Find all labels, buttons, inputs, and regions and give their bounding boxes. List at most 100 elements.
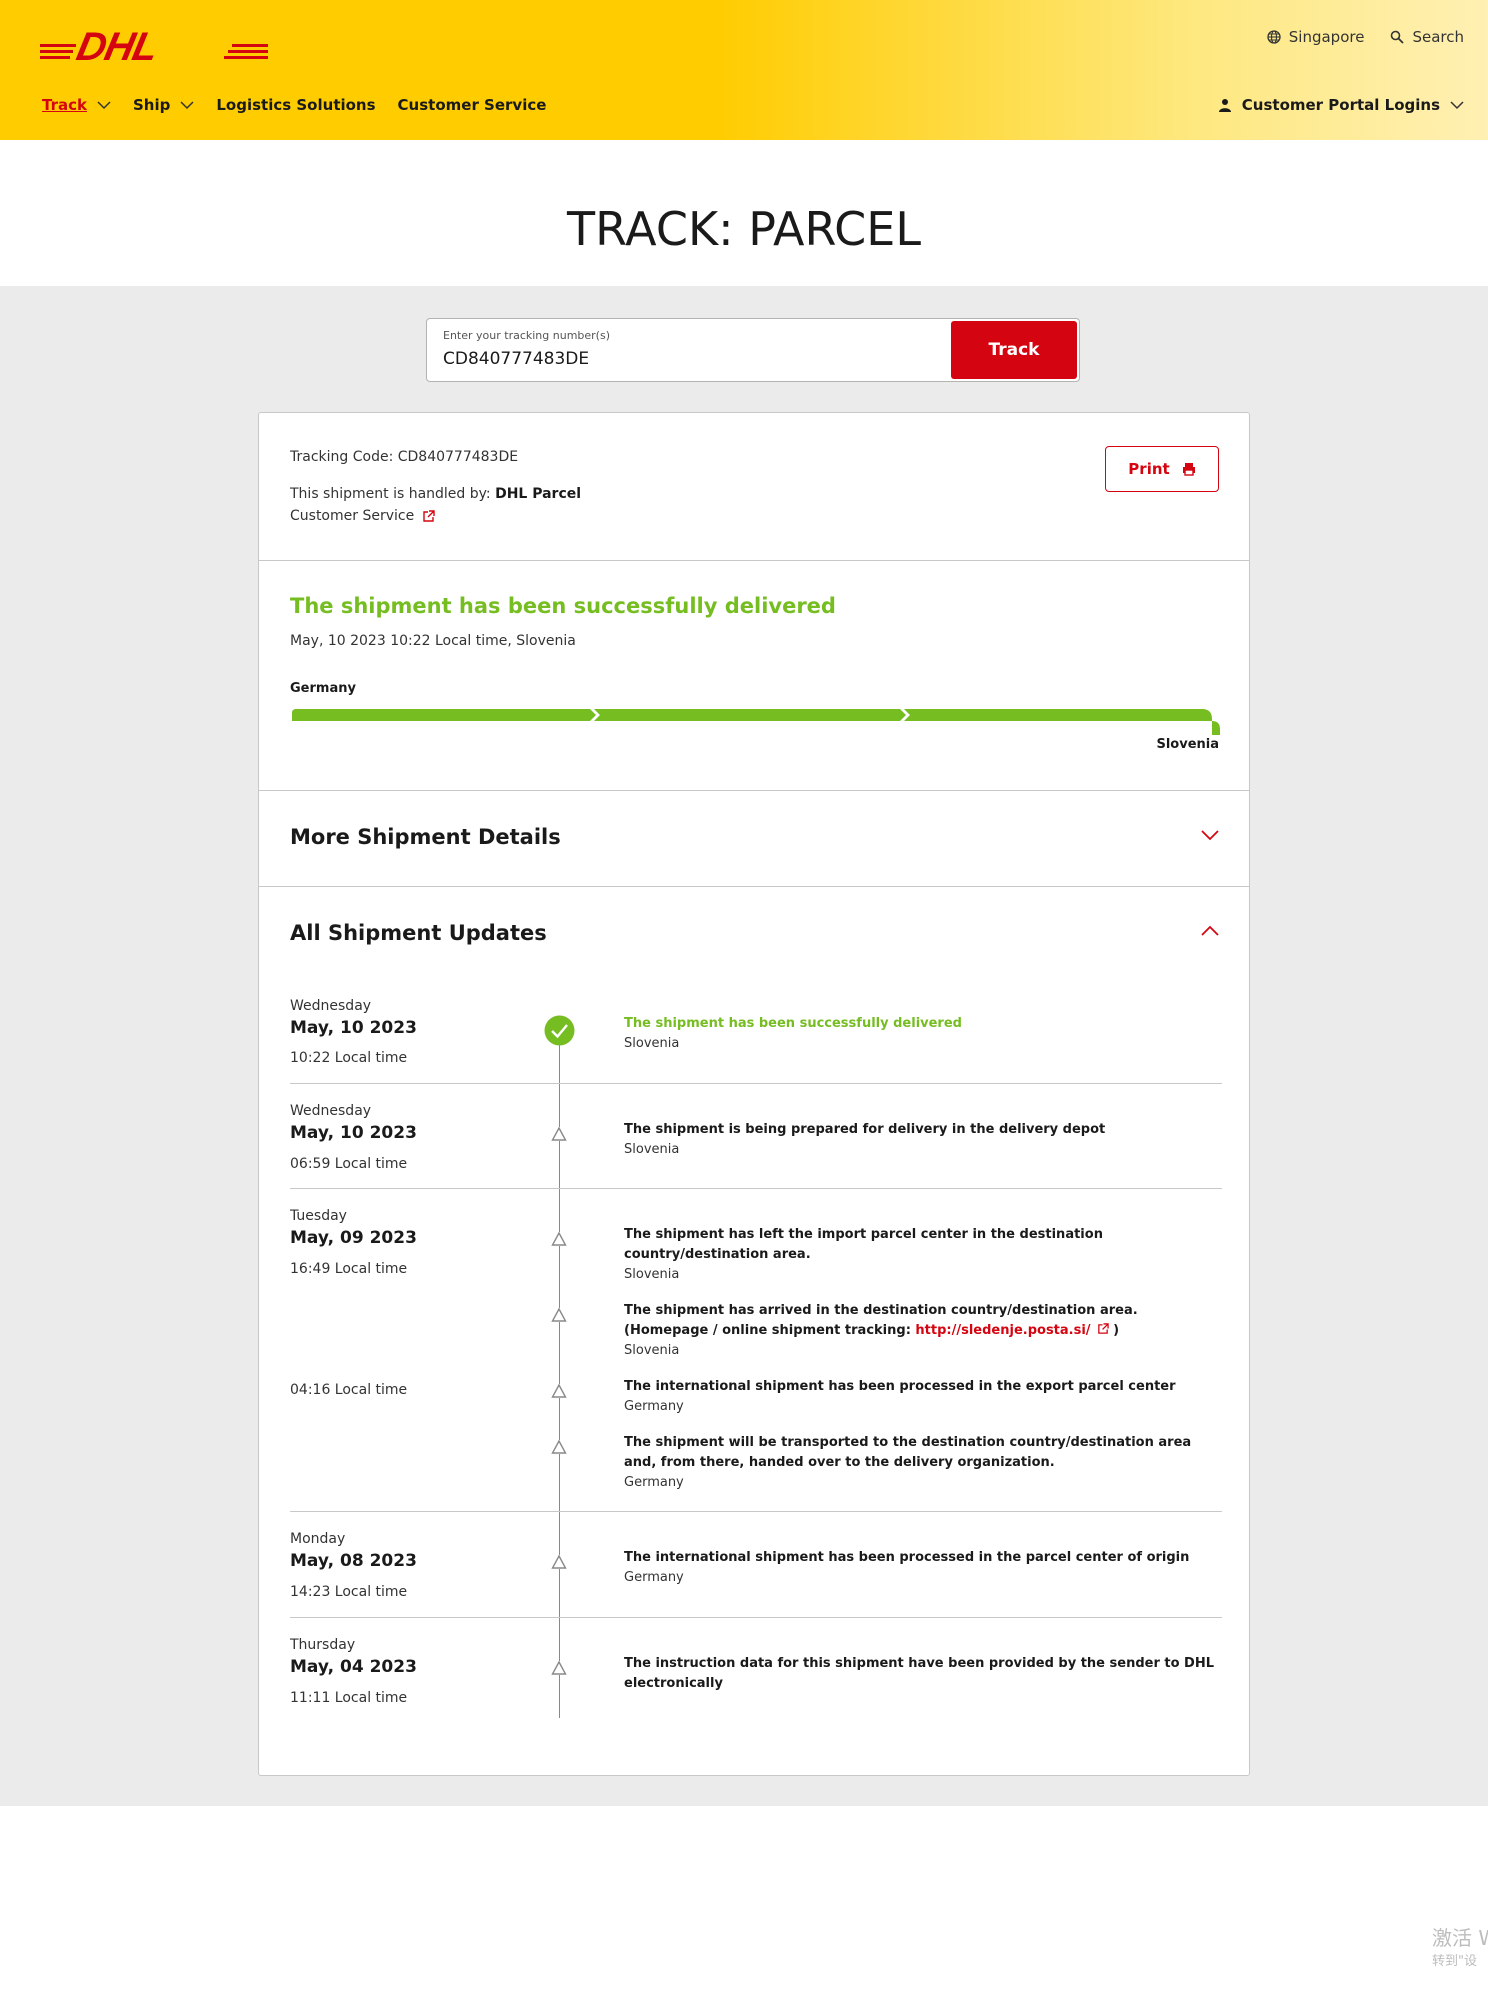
updates-title: All Shipment Updates [290,921,547,945]
event-location: Slovenia [624,1267,680,1282]
shipment-summary: Tracking Code: CD840777483DE This shipme… [259,413,1249,561]
search-label: Search [1412,28,1464,46]
row-divider [290,1617,1222,1618]
update-day: Wednesday [290,1103,372,1119]
event-text: The shipment will be transported to the … [624,1435,1192,1470]
timeline-marker [551,1661,567,1675]
nav-logistics-label: Logistics Solutions [216,96,376,114]
update-event: The shipment is being prepared for deliv… [624,1120,1224,1160]
event-location: Slovenia [624,1343,680,1358]
country-selector[interactable]: Singapore [1267,28,1364,46]
triangle-icon [551,1308,567,1322]
event-text: The international shipment has been proc… [624,1550,1190,1565]
progress-bar [292,709,1220,735]
handled-prefix: This shipment is handled by: [290,486,496,502]
event-text: The international shipment has been proc… [624,1379,1176,1394]
event-text-after: ) [1108,1323,1120,1338]
nav-track-label: Track [42,96,87,114]
update-date: May, 10 2023 [290,1018,417,1038]
page-title: TRACK: PARCEL [566,202,921,256]
tracking-number-input[interactable]: CD840777483DE [443,349,589,369]
update-day: Tuesday [290,1208,347,1224]
main-nav: Track Ship Logistics Solutions Customer … [42,96,546,114]
customer-service-link[interactable]: Customer Service [290,508,435,524]
event-text: The shipment is being prepared for deliv… [624,1122,1106,1137]
update-time: 11:11 Local time [290,1690,408,1706]
event-text: The shipment has arrived in the destinat… [624,1301,1224,1341]
svg-text:DHL: DHL [73,26,162,64]
triangle-icon [551,1661,567,1675]
nav-logistics-solutions[interactable]: Logistics Solutions [216,96,375,114]
event-text: The instruction data for this shipment h… [624,1656,1215,1691]
triangle-icon [551,1440,567,1454]
chevron-up-icon[interactable] [1201,925,1219,937]
update-date: May, 08 2023 [290,1551,417,1571]
update-day: Wednesday [290,998,372,1014]
nav-customer-service-label: Customer Service [397,96,547,114]
os-watermark: 激活 W [1432,1926,1488,1950]
title-area: TRACK: PARCEL [0,140,1488,286]
timeline-marker [551,1308,567,1322]
customer-portal-logins[interactable]: Customer Portal Logins [1218,96,1464,114]
event-location: Germany [624,1475,684,1490]
dhl-logo[interactable]: DHL [40,26,268,64]
print-label: Print [1128,460,1170,478]
tracking-code: Tracking Code: CD840777483DE [290,449,519,465]
handled-by: This shipment is handled by: DHL Parcel [290,486,581,502]
customer-service-label: Customer Service [290,508,415,524]
destination-country: Slovenia [1156,737,1219,752]
triangle-icon [551,1555,567,1569]
update-date: May, 09 2023 [290,1228,417,1248]
row-divider [290,1083,1222,1084]
status-timestamp: May, 10 2023 10:22 Local time, Slovenia [290,633,576,649]
event-text: The shipment has been successfully deliv… [624,1016,962,1031]
handler-name: DHL Parcel [495,486,582,502]
row-divider [290,1188,1222,1189]
tracking-input-label: Enter your tracking number(s) [443,329,610,342]
update-event: The international shipment has been proc… [624,1377,1224,1417]
delivered-check-icon [544,1015,575,1046]
update-day: Thursday [290,1637,356,1653]
tracking-search-form: Enter your tracking number(s) CD84077748… [426,318,1080,382]
event-location: Germany [624,1570,684,1585]
timeline-marker [551,1384,567,1398]
update-time: 16:49 Local time [290,1261,408,1277]
update-time: 10:22 Local time [290,1050,408,1066]
nav-track[interactable]: Track [42,96,111,114]
event-location: Slovenia [624,1036,680,1051]
track-button[interactable]: Track [951,321,1077,379]
nav-customer-service[interactable]: Customer Service [398,96,547,114]
triangle-icon [551,1232,567,1246]
site-header: DHL Singapore Search Track Ship Logistic… [0,0,1488,140]
tracking-homepage-link[interactable]: http://sledenje.posta.si/ [915,1323,1090,1338]
update-time: 14:23 Local time [290,1584,408,1600]
update-event: The instruction data for this shipment h… [624,1654,1224,1694]
nav-ship[interactable]: Ship [133,96,194,114]
chevron-down-icon[interactable] [1201,829,1219,841]
print-button[interactable]: Print [1105,446,1219,492]
more-details-title: More Shipment Details [290,825,561,849]
external-link-icon[interactable] [1097,1323,1109,1335]
triangle-icon [551,1384,567,1398]
delivery-status: The shipment has been successfully deliv… [259,561,1249,791]
update-date: May, 10 2023 [290,1123,417,1143]
external-link-icon [423,509,435,522]
event-location: Slovenia [624,1142,680,1157]
update-event: The shipment has left the import parcel … [624,1225,1224,1285]
update-event: The shipment has arrived in the destinat… [624,1301,1224,1361]
update-event: The shipment has been successfully deliv… [624,1014,1224,1054]
os-watermark-sub: 转到"设 [1432,1954,1477,1969]
chevron-down-icon [97,101,111,110]
search-icon [1391,30,1405,44]
more-shipment-details[interactable]: More Shipment Details [259,791,1249,887]
timeline-marker [551,1232,567,1246]
update-time: 06:59 Local time [290,1156,408,1172]
timeline-marker [551,1440,567,1454]
update-event: The shipment will be transported to the … [624,1433,1224,1493]
portal-label: Customer Portal Logins [1241,96,1440,114]
chevron-down-icon [180,101,194,110]
globe-icon [1267,30,1281,44]
update-time: 04:16 Local time [290,1382,408,1398]
search-link[interactable]: Search [1390,28,1464,46]
timeline-marker [551,1127,567,1141]
